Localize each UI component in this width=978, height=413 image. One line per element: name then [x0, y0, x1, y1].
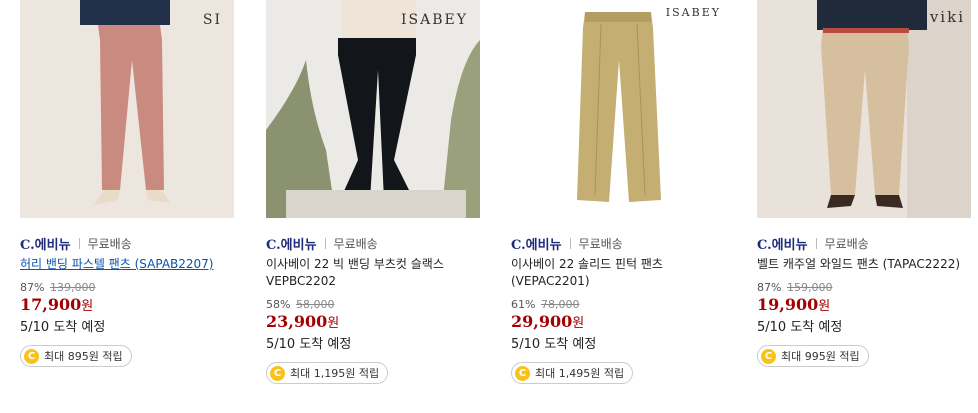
points-badge: C 최대 995원 적립 [757, 345, 869, 367]
coin-icon: C [270, 365, 285, 381]
points-text: 최대 1,495원 적립 [535, 367, 625, 380]
points-badge: C 최대 1,195원 적립 [266, 362, 389, 384]
seller-logo[interactable]: C.에비뉴 [20, 234, 71, 253]
product-card[interactable]: SI C.에비뉴 무료배송 허리 밴딩 파스텔 팬츠 (SAPAB2207) 8… [20, 0, 234, 367]
points-text: 최대 1,195원 적립 [290, 367, 380, 380]
sale-price: 29,900원 [511, 312, 725, 331]
brand-mark: ISABEY [401, 12, 468, 28]
divider [815, 237, 817, 249]
shipping-label: 무료배송 [824, 236, 869, 251]
product-card[interactable]: viki C.에비뉴 무료배송 벨트 캐주얼 와일드 팬츠 (TAPAC2222… [757, 0, 971, 367]
discount-row: 61% 78,000 [511, 298, 725, 311]
shipping-label: 무료배송 [333, 236, 378, 251]
currency-unit: 원 [81, 299, 94, 314]
coin-icon: C [515, 365, 530, 381]
divider [78, 237, 80, 249]
product-title-link[interactable]: 허리 밴딩 파스텔 팬츠 (SAPAB2207) [20, 256, 234, 273]
product-image[interactable]: viki [757, 0, 971, 218]
price-value: 29,900 [511, 312, 573, 331]
discount-row: 87% 159,000 [757, 281, 971, 294]
arrival-date: 5/10 도착 예정 [20, 320, 106, 335]
currency-unit: 원 [572, 316, 585, 331]
price-value: 19,900 [757, 295, 819, 314]
points-text: 최대 995원 적립 [781, 350, 860, 363]
brand-mark: SI [202, 12, 222, 28]
currency-unit: 원 [327, 316, 340, 331]
seller-row: C.에비뉴 무료배송 [20, 234, 234, 253]
discount-rate: 87% [20, 281, 45, 294]
points-badge: C 최대 895원 적립 [20, 345, 132, 367]
discount-rate: 61% [511, 298, 536, 311]
original-price: 159,000 [786, 281, 833, 294]
discount-row: 87% 139,000 [20, 281, 234, 294]
original-price: 58,000 [295, 298, 335, 311]
seller-logo[interactable]: C.에비뉴 [266, 234, 317, 253]
product-title-link[interactable]: 이사베이 22 솔리드 핀턱 팬츠 (VEPAC2201) [511, 256, 725, 290]
seller-row: C.에비뉴 무료배송 [266, 234, 480, 253]
discount-row: 58% 58,000 [266, 298, 480, 311]
discount-rate: 87% [757, 281, 782, 294]
original-price: 78,000 [540, 298, 580, 311]
arrival-date: 5/10 도착 예정 [757, 320, 843, 335]
seller-row: C.에비뉴 무료배송 [757, 234, 971, 253]
arrival-date: 5/10 도착 예정 [266, 337, 352, 352]
original-price: 139,000 [49, 281, 96, 294]
shipping-label: 무료배송 [87, 236, 132, 251]
product-grid: SI C.에비뉴 무료배송 허리 밴딩 파스텔 팬츠 (SAPAB2207) 8… [0, 0, 978, 413]
coin-icon: C [24, 348, 39, 364]
points-text: 최대 895원 적립 [44, 350, 123, 363]
product-card[interactable]: ISABEY C.에비뉴 무료배송 이사베이 22 솔리드 핀턱 팬츠 (VEP… [511, 0, 725, 384]
coin-icon: C [761, 348, 776, 364]
price-value: 23,900 [266, 312, 328, 331]
sale-price: 19,900원 [757, 295, 971, 314]
divider [569, 237, 571, 249]
discount-rate: 58% [266, 298, 291, 311]
sale-price: 17,900원 [20, 295, 234, 314]
divider [324, 237, 326, 249]
currency-unit: 원 [818, 299, 831, 314]
brand-mark: ISABEY [665, 6, 721, 19]
product-card[interactable]: ISABEY C.에비뉴 무료배송 이사베이 22 빅 밴딩 부츠컷 슬랙스 V… [266, 0, 480, 384]
arrival-date: 5/10 도착 예정 [511, 337, 597, 352]
seller-logo[interactable]: C.에비뉴 [757, 234, 808, 253]
product-title-link[interactable]: 이사베이 22 빅 밴딩 부츠컷 슬랙스 VEPBC2202 [266, 256, 480, 290]
seller-row: C.에비뉴 무료배송 [511, 234, 725, 253]
points-badge: C 최대 1,495원 적립 [511, 362, 634, 384]
sale-price: 23,900원 [266, 312, 480, 331]
shipping-label: 무료배송 [578, 236, 623, 251]
brand-mark: viki [929, 8, 965, 26]
product-title-link[interactable]: 벨트 캐주얼 와일드 팬츠 (TAPAC2222) [757, 256, 971, 273]
product-image[interactable]: ISABEY [511, 0, 725, 218]
product-image[interactable]: ISABEY [266, 0, 480, 218]
seller-logo[interactable]: C.에비뉴 [511, 234, 562, 253]
product-image[interactable]: SI [20, 0, 234, 218]
price-value: 17,900 [20, 295, 82, 314]
